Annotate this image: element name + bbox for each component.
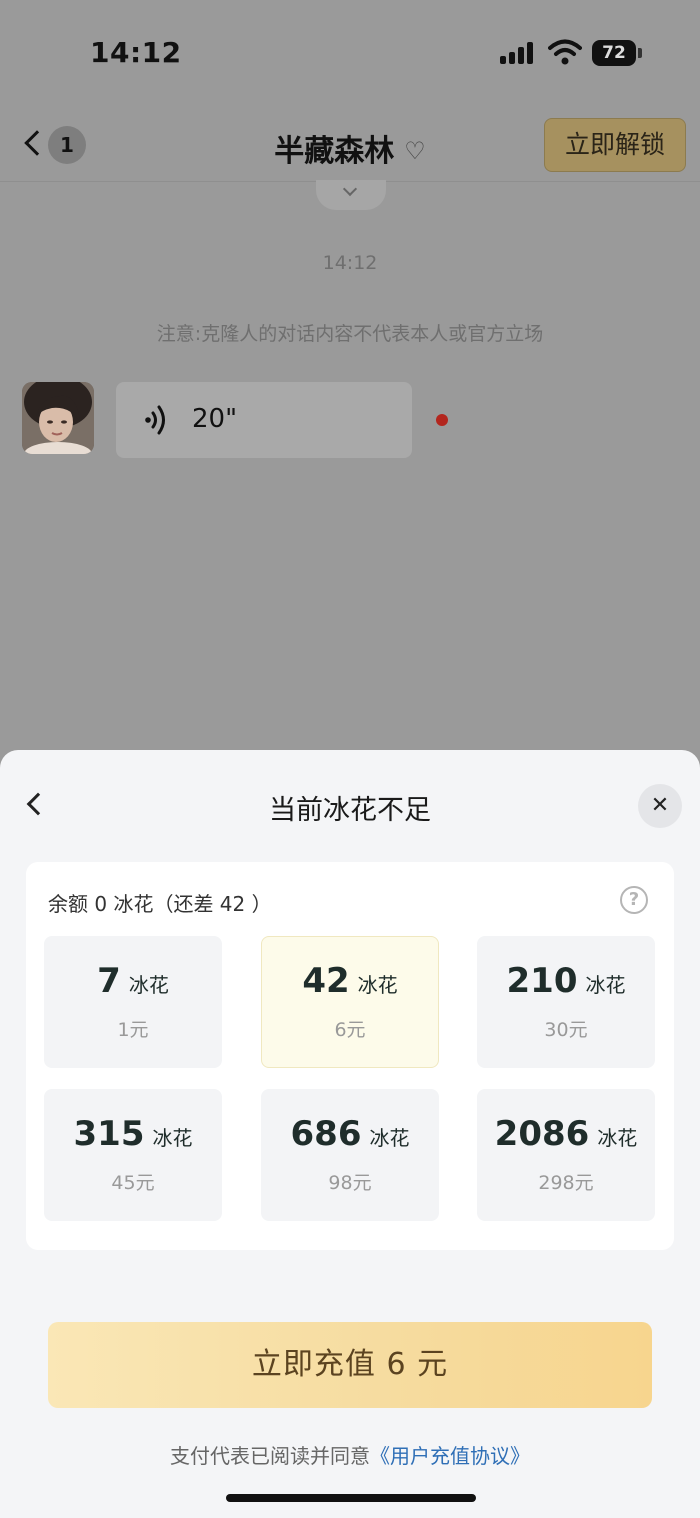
package-price: 1元 bbox=[117, 1019, 149, 1041]
voice-duration: 20" bbox=[192, 404, 238, 434]
agreement-prefix: 支付代表已阅读并同意 bbox=[170, 1444, 370, 1468]
status-time: 14:12 bbox=[90, 36, 182, 69]
battery-level: 72 bbox=[592, 40, 636, 66]
package-unit: 冰花 bbox=[357, 973, 398, 997]
chat-title: 半藏森林 bbox=[274, 134, 395, 169]
package-price: 6元 bbox=[334, 1019, 366, 1041]
balance-text: 余额 0 冰花（还差 42 ） bbox=[48, 892, 272, 916]
sheet-title: 当前冰花不足 bbox=[269, 795, 431, 826]
package-amount: 2086 bbox=[494, 1114, 590, 1154]
package-price: 45元 bbox=[111, 1172, 155, 1194]
recharge-sheet: 当前冰花不足 ✕ 余额 0 冰花（还差 42 ） ? 7 冰花 1元 42 冰花 6… bbox=[0, 750, 700, 1518]
package-tile-210[interactable]: 210 冰花 30元 bbox=[477, 936, 655, 1068]
voice-message-bubble[interactable]: 20" bbox=[116, 382, 412, 458]
package-amount: 315 bbox=[73, 1114, 145, 1154]
avatar-photo bbox=[22, 382, 94, 454]
package-tile-2086[interactable]: 2086 冰花 298元 bbox=[477, 1089, 655, 1221]
wifi-icon bbox=[548, 39, 582, 65]
package-tile-315[interactable]: 315 冰花 45元 bbox=[44, 1089, 222, 1221]
package-unit: 冰花 bbox=[369, 1126, 410, 1150]
package-price: 298元 bbox=[538, 1172, 594, 1194]
unlock-now-button[interactable]: 立即解锁 bbox=[544, 118, 686, 172]
package-tile-686[interactable]: 686 冰花 98元 bbox=[261, 1089, 439, 1221]
chevron-down-icon bbox=[342, 181, 358, 197]
package-amount: 686 bbox=[290, 1114, 362, 1154]
battery-icon bbox=[638, 48, 642, 58]
disclaimer-notice: 注意:克隆人的对话内容不代表本人或官方立场 bbox=[156, 323, 544, 345]
chat-header: 1 半藏森林 ♡ 立即解锁 bbox=[0, 110, 700, 182]
heart-icon[interactable]: ♡ bbox=[404, 137, 426, 165]
voice-wave-icon bbox=[145, 405, 165, 435]
package-tile-42-selected[interactable]: 42 冰花 6元 bbox=[261, 936, 439, 1068]
home-indicator[interactable] bbox=[226, 1494, 476, 1502]
status-bar: 14:12 72 bbox=[0, 0, 700, 100]
package-amount: 42 bbox=[302, 961, 350, 1001]
agreement-text: 支付代表已阅读并同意《用户充值协议》 bbox=[0, 1440, 700, 1469]
help-icon[interactable]: ? bbox=[620, 886, 648, 914]
package-tile-7[interactable]: 7 冰花 1元 bbox=[44, 936, 222, 1068]
collapse-toggle[interactable] bbox=[316, 180, 386, 210]
package-unit: 冰花 bbox=[597, 1126, 638, 1150]
package-amount: 210 bbox=[506, 961, 578, 1001]
package-unit: 冰花 bbox=[152, 1126, 193, 1150]
package-price: 98元 bbox=[328, 1172, 372, 1194]
package-unit: 冰花 bbox=[585, 973, 626, 997]
close-button[interactable]: ✕ bbox=[638, 784, 682, 828]
unread-dot bbox=[436, 414, 448, 426]
package-unit: 冰花 bbox=[128, 973, 169, 997]
recharge-now-button[interactable]: 立即充值 6 元 bbox=[48, 1322, 652, 1408]
package-amount: 7 bbox=[97, 961, 121, 1001]
package-card: 余额 0 冰花（还差 42 ） ? 7 冰花 1元 42 冰花 6元 210 冰花 3… bbox=[26, 862, 674, 1250]
package-price: 30元 bbox=[544, 1019, 588, 1041]
recharge-agreement-link[interactable]: 《用户充值协议》 bbox=[370, 1444, 530, 1468]
message-timestamp: 14:12 bbox=[322, 252, 378, 274]
avatar[interactable] bbox=[22, 382, 94, 454]
cellular-signal-icon bbox=[500, 42, 538, 64]
